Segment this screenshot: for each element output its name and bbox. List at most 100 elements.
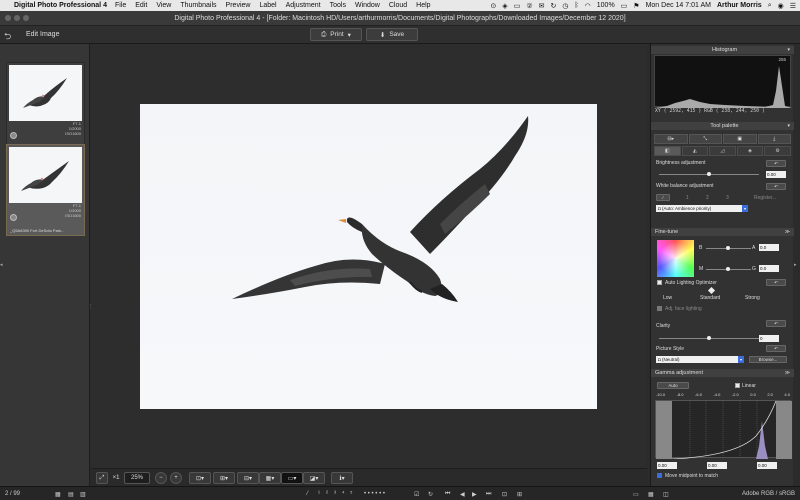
minimize-window-button[interactable] — [14, 15, 20, 21]
camera-icon[interactable]: ◫ — [663, 489, 669, 499]
dropbox-icon[interactable]: ◈ — [502, 2, 507, 10]
gamma-black-value[interactable]: 0.00 — [657, 462, 677, 469]
brightness-value[interactable]: 0.00 — [766, 171, 786, 178]
alo-strong[interactable]: Strong — [745, 295, 760, 301]
number-badge-icon[interactable]: ② — [526, 2, 532, 10]
eyedropper-icon[interactable]: ⁄ — [656, 194, 670, 201]
battery-icon[interactable]: ▭ — [621, 2, 628, 10]
compare-icon[interactable]: ⊞ — [517, 489, 522, 499]
g-value[interactable]: 0.0 — [759, 265, 779, 272]
clock-icon[interactable]: ◷ — [562, 2, 568, 10]
brightness-reset-button[interactable]: ↶ — [766, 160, 786, 167]
picture-style-select[interactable]: ◘ (Neutral) ▾ — [656, 356, 744, 363]
tab-output-icon[interactable]: ⤓ — [757, 134, 791, 144]
label-1-icon[interactable]: ¹ — [318, 489, 320, 499]
menu-edit[interactable]: Edit — [135, 2, 147, 9]
spotlight-icon[interactable]: ⌕ — [768, 2, 772, 10]
fit-to-window-icon[interactable]: ⤢ — [96, 472, 108, 484]
airplay-icon[interactable]: ▭ — [514, 2, 521, 10]
gamma-curve-graph[interactable] — [655, 400, 792, 460]
info-icon[interactable]: ℹ▾ — [331, 472, 353, 484]
bluetooth-icon[interactable]: ᛒ — [574, 2, 578, 9]
menu-view[interactable]: View — [156, 2, 171, 9]
wifi-icon[interactable]: ◠ — [585, 2, 591, 10]
linear-checkbox[interactable] — [735, 383, 740, 388]
siri-icon[interactable]: ◉ — [778, 2, 784, 10]
image-viewer[interactable] — [91, 44, 647, 468]
wb-select[interactable]: ◘ (Auto: Ambience priority) ▾ — [656, 205, 748, 212]
zoom-out-button[interactable]: − — [155, 472, 167, 484]
notification-icon[interactable]: ☰ — [790, 2, 796, 10]
next-image-icon[interactable]: ▶ — [472, 489, 477, 499]
a-value[interactable]: 0.0 — [759, 244, 779, 251]
picture-style-reset-button[interactable]: ↶ — [766, 345, 786, 352]
gamma-header[interactable]: Gamma adjustment ≫ — [651, 369, 794, 377]
wb-preset-3[interactable]: 3 — [726, 195, 729, 201]
gamma-mid-value[interactable]: 0.00 — [707, 462, 727, 469]
tab-basic-icon[interactable]: ◧ — [654, 146, 681, 156]
battery-percent[interactable]: 100% — [597, 2, 615, 9]
alo-standard[interactable]: Standard — [700, 295, 720, 301]
prev-image-icon[interactable]: ◀ — [460, 489, 465, 499]
af-point-icon[interactable]: ▭▾ — [281, 472, 303, 484]
fine-tune-header[interactable]: Fine-tune ≫ — [651, 228, 794, 236]
tab-curve-icon[interactable]: ◿ — [709, 146, 736, 156]
menu-thumbnails[interactable]: Thumbnails — [180, 2, 216, 9]
wb-preset-1[interactable]: 1 — [686, 195, 689, 201]
list-view-icon[interactable]: ▤ — [68, 489, 74, 499]
status-icon[interactable]: ⊙ — [490, 2, 496, 10]
tab-tone-icon[interactable]: ◭ — [681, 146, 709, 156]
browse-button[interactable]: Browse... — [749, 356, 787, 363]
thumbnail-item[interactable]: F7.1 1/2000 ISO1600 _Q5A6389 Fort DeSoto… — [6, 62, 85, 154]
thumbnail-item-selected[interactable]: F7.1 1/2000 ISO1600 _Q5A6390 Fort DeSoto… — [6, 144, 85, 236]
gamma-white-value[interactable]: 0.00 — [757, 462, 777, 469]
zoom-1x-button[interactable]: ×1 — [110, 472, 122, 484]
user-name[interactable]: Arthur Morris — [717, 2, 762, 9]
mail-icon[interactable]: ✉ — [539, 2, 545, 10]
menu-file[interactable]: File — [115, 2, 126, 9]
alo-reset-button[interactable]: ↶ — [766, 279, 786, 286]
dust-tool-icon[interactable]: ⊞▾ — [213, 472, 235, 484]
compare-view-icon[interactable]: ⊟▾ — [237, 472, 259, 484]
wb-reset-button[interactable]: ↶ — [766, 183, 786, 190]
mg-slider-knob[interactable] — [726, 267, 730, 271]
split-view-icon[interactable]: ▦ — [648, 489, 654, 499]
wb-register-button[interactable]: Register... — [754, 195, 777, 201]
clarity-value[interactable]: 0 — [759, 335, 779, 342]
main-photo[interactable] — [140, 104, 597, 409]
menu-preview[interactable]: Preview — [226, 2, 251, 9]
menu-window[interactable]: Window — [355, 2, 380, 9]
alo-low[interactable]: Low — [663, 295, 672, 301]
slideshow-icon[interactable]: ⊡ — [502, 489, 507, 499]
menu-adjustment[interactable]: Adjustment — [286, 2, 321, 9]
save-button[interactable]: ⬇ Save — [366, 28, 418, 41]
zoom-window-button[interactable] — [23, 15, 29, 21]
tab-color-icon[interactable]: ◈ — [736, 146, 764, 156]
alo-level-marker[interactable] — [707, 286, 716, 295]
sync-icon[interactable]: ↻ — [550, 2, 556, 10]
flag-icon[interactable]: ⚑ — [633, 2, 639, 10]
menu-label[interactable]: Label — [259, 2, 276, 9]
tab-adjustment-icon[interactable]: ⊟▸ — [654, 134, 688, 144]
first-image-icon[interactable]: ⏮ — [445, 489, 450, 499]
rating-reject-icon[interactable]: ⁄ — [307, 489, 308, 499]
gamma-auto-button[interactable]: Auto — [657, 382, 689, 389]
clock-text[interactable]: Mon Dec 14 7:01 AM — [646, 2, 711, 9]
single-view-icon[interactable]: ▭ — [633, 489, 639, 499]
zoom-percent-select[interactable]: 25% — [124, 472, 150, 484]
rotate-icon[interactable]: ↻ — [428, 489, 433, 499]
zoom-in-button[interactable]: + — [170, 472, 182, 484]
tab-compare-icon[interactable]: ▣ — [723, 134, 757, 144]
grid-icon[interactable]: ▦▾ — [259, 472, 281, 484]
last-image-icon[interactable]: ⏭ — [486, 489, 491, 499]
check-mark-icon[interactable]: ☑ — [414, 489, 419, 499]
menu-help[interactable]: Help — [416, 2, 430, 9]
wb-preset-2[interactable]: 2 — [706, 195, 709, 201]
grid-view-icon[interactable]: ▦ — [55, 489, 61, 499]
clarity-slider-knob[interactable] — [707, 336, 711, 340]
close-window-button[interactable] — [5, 15, 11, 21]
tab-crop-icon[interactable]: ⤡ — [688, 134, 722, 144]
face-lighting-checkbox[interactable] — [657, 306, 662, 311]
label-2-icon[interactable]: ² — [326, 489, 328, 499]
print-button[interactable]: ⎙ Print ▾ — [310, 28, 362, 41]
